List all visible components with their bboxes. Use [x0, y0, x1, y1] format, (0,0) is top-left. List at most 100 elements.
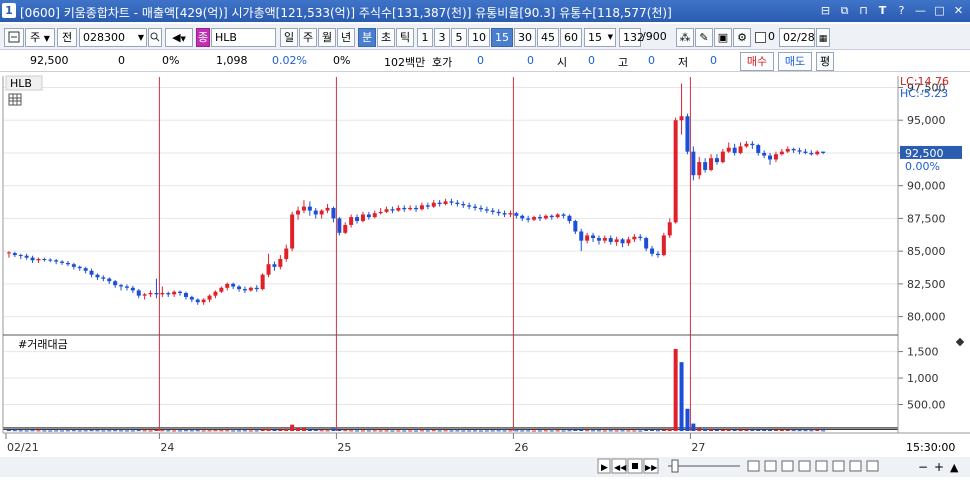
calendar-button[interactable]: ▦: [816, 28, 830, 47]
volume-bar: [591, 430, 596, 432]
interval-30[interactable]: 30: [514, 28, 536, 47]
candle-body: [502, 213, 507, 215]
tab-month[interactable]: 월: [318, 28, 336, 47]
sell-button[interactable]: 매도: [778, 52, 812, 71]
volume-bar: [18, 430, 23, 432]
interval-1[interactable]: 1: [417, 28, 433, 47]
fit-icon[interactable]: ▲: [950, 461, 959, 474]
tab-week[interactable]: 주: [299, 28, 317, 47]
candlestick-chart[interactable]: 97,50095,00092,50090,00087,50085,00082,5…: [0, 73, 970, 477]
draw-tool-button[interactable]: ✎: [695, 28, 713, 47]
table-icon[interactable]: [8, 93, 22, 106]
zoom-slider-thumb[interactable]: [671, 459, 679, 473]
help-icon[interactable]: ?: [894, 3, 909, 18]
candle-body: [343, 224, 348, 233]
volume-bar: [242, 430, 247, 432]
open-value: 0: [588, 54, 595, 67]
volume-bar: [402, 430, 407, 432]
interval-10[interactable]: 10: [468, 28, 490, 47]
window-title: [0600] 키움종합차트 - 매출액[429(억)] 시가총액[121,533…: [20, 6, 672, 20]
volume-bar: [225, 430, 230, 432]
interval-60[interactable]: 60: [560, 28, 582, 47]
volume-bar: [661, 429, 666, 431]
interval-select[interactable]: 15 ▼: [584, 28, 616, 47]
zoom-out-icon[interactable]: −: [918, 460, 928, 474]
volume-panel-title: #거래대금: [18, 338, 68, 351]
window-controls: ⊟ ⧉ ⊓ T ? — □ ✕: [818, 3, 966, 18]
candle-body: [431, 202, 436, 207]
trade-amount: 102백만: [384, 56, 426, 69]
candle-body: [30, 257, 35, 261]
candle-body: [567, 215, 572, 222]
chart-area[interactable]: 97,50095,00092,50090,00087,50085,00082,5…: [0, 73, 970, 477]
candle-body: [6, 252, 11, 254]
volume-bar: [284, 428, 289, 431]
chevron-down-icon: ▼: [607, 33, 613, 41]
stock-search-button[interactable]: [4, 28, 24, 47]
sound-toggle[interactable]: ◀▼: [165, 28, 193, 47]
candle-body: [213, 291, 218, 296]
maximize-icon[interactable]: □: [932, 3, 947, 18]
candle-body: [360, 214, 365, 222]
close-icon[interactable]: ✕: [951, 3, 966, 18]
settings-button[interactable]: ⚙: [733, 28, 751, 47]
interval-45[interactable]: 45: [537, 28, 559, 47]
candle-body: [71, 264, 76, 267]
chevron-down-icon[interactable]: ▼: [138, 29, 144, 46]
candle-body: [231, 283, 236, 287]
prev-button[interactable]: 전: [57, 28, 77, 47]
candle-body: [372, 213, 377, 218]
candle-body: [543, 215, 548, 219]
tab-minute[interactable]: 분: [358, 28, 376, 47]
minimize-icon[interactable]: —: [913, 3, 928, 18]
tool-icon: [798, 460, 811, 472]
date-input[interactable]: 02/28: [779, 28, 815, 47]
price-tick-label: 85,000: [907, 245, 946, 258]
count-input[interactable]: 132: [619, 28, 644, 47]
volume-bar: [260, 429, 265, 431]
copy-icon[interactable]: ⧉: [837, 3, 852, 18]
volume-bar: [768, 430, 773, 432]
tab-day[interactable]: 일: [280, 28, 298, 47]
buy-button[interactable]: 매수: [740, 52, 774, 71]
indicator-button[interactable]: ⁂: [676, 28, 694, 47]
avg-button[interactable]: 평: [816, 52, 834, 71]
zoom-in-icon[interactable]: +: [934, 460, 944, 474]
quote-info-bar: 92,500 0 0% 1,098 0.02% 0% 102백만 호가 0 0 …: [0, 51, 970, 72]
x-tick-label: 25: [337, 441, 351, 454]
pin-icon[interactable]: ⊓: [856, 3, 871, 18]
date-checkbox[interactable]: [755, 32, 766, 43]
candle-body: [402, 207, 407, 210]
interval-5[interactable]: 5: [451, 28, 467, 47]
font-icon[interactable]: T: [875, 3, 890, 18]
interval-15[interactable]: 15: [491, 28, 513, 47]
candle-body: [219, 287, 224, 292]
candle-body: [596, 238, 601, 241]
tool-icon: [747, 460, 760, 472]
restore-icon[interactable]: ⊟: [818, 3, 833, 18]
tab-second[interactable]: 초: [377, 28, 395, 47]
period-select[interactable]: 주 ▼: [25, 28, 55, 47]
tab-year[interactable]: 년: [337, 28, 355, 47]
volume-bar: [473, 430, 478, 432]
candle-body: [148, 293, 153, 295]
candle-body: [331, 207, 336, 219]
stock-name-field[interactable]: HLB: [211, 28, 276, 47]
volume-bar: [773, 429, 778, 431]
chart-scroll-bar[interactable]: ▶ ◀◀ ▶▶ − + ▲: [0, 457, 970, 477]
candle-body: [520, 215, 525, 219]
candle-body: [172, 291, 177, 295]
volume-bar: [60, 430, 65, 432]
save-button[interactable]: ▣: [714, 28, 732, 47]
volume-bar: [461, 430, 466, 432]
candle-body: [549, 215, 554, 218]
candle-body: [561, 214, 566, 216]
candle-body: [207, 295, 212, 300]
candle-body: [709, 158, 714, 170]
search-button[interactable]: [148, 28, 162, 47]
interval-3[interactable]: 3: [434, 28, 450, 47]
stock-code-input[interactable]: 028300 ▼: [79, 28, 147, 47]
volume-bar: [720, 429, 725, 431]
tab-tick[interactable]: 틱: [396, 28, 414, 47]
volume-bar: [372, 430, 377, 432]
